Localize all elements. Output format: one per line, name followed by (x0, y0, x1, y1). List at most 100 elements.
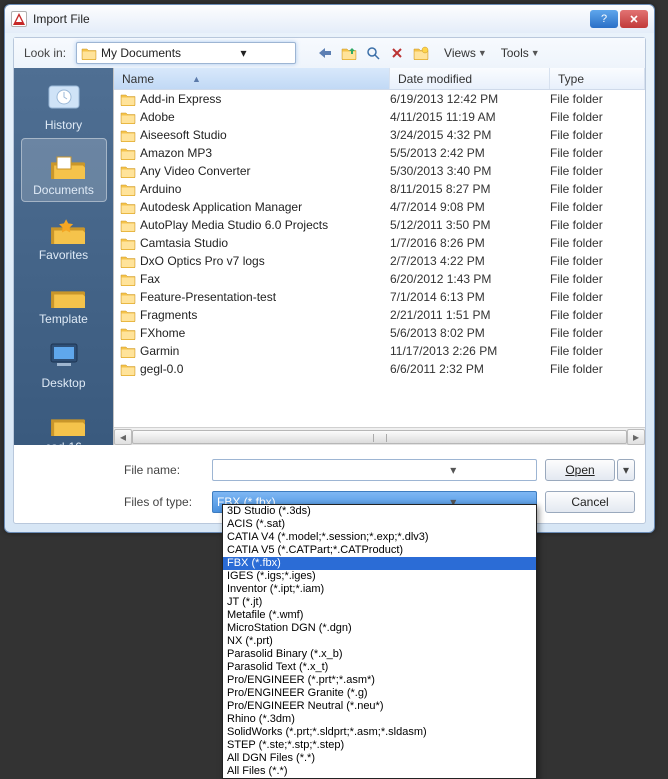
filetype-option[interactable]: Pro/ENGINEER Granite (*.g) (223, 687, 536, 700)
scroll-thumb[interactable] (132, 430, 627, 444)
file-date: 5/6/2013 8:02 PM (390, 326, 550, 340)
file-name: Aiseesoft Studio (140, 128, 390, 142)
column-header-name[interactable]: Name ▲ (114, 68, 390, 89)
chevron-down-icon[interactable]: ▾ (196, 46, 291, 60)
folder-icon (120, 308, 136, 322)
file-date: 5/12/2011 3:50 PM (390, 218, 550, 232)
filetype-option[interactable]: FBX (*.fbx) (223, 557, 536, 570)
filetype-option[interactable]: Rhino (*.3dm) (223, 713, 536, 726)
filetype-option[interactable]: CATIA V4 (*.model;*.session;*.exp;*.dlv3… (223, 531, 536, 544)
places-item-desktop[interactable]: Desktop (21, 332, 107, 394)
place-icon (43, 143, 85, 179)
place-label: Desktop (21, 376, 107, 390)
file-type: File folder (550, 110, 645, 124)
filetype-dropdown-list[interactable]: 3D Studio (*.3ds)ACIS (*.sat)CATIA V4 (*… (222, 504, 537, 779)
close-button[interactable] (620, 10, 648, 28)
file-row[interactable]: FXhome5/6/2013 8:02 PMFile folder (114, 324, 645, 342)
scroll-left-button[interactable]: ◂ (114, 429, 132, 445)
help-button[interactable]: ? (590, 10, 618, 28)
file-type: File folder (550, 362, 645, 376)
filename-label: File name: (124, 463, 204, 477)
filetype-option[interactable]: SolidWorks (*.prt;*.sldprt;*.asm;*.sldas… (223, 726, 536, 739)
filetype-option[interactable]: CATIA V5 (*.CATPart;*.CATProduct) (223, 544, 536, 557)
file-date: 5/30/2013 3:40 PM (390, 164, 550, 178)
file-row[interactable]: gegl-0.06/6/2011 2:32 PMFile folder (114, 360, 645, 378)
filename-input[interactable]: ▾ (212, 459, 537, 481)
file-name: AutoPlay Media Studio 6.0 Projects (140, 218, 390, 232)
open-button[interactable]: Open (545, 459, 615, 481)
filetype-option[interactable]: All Files (*.*) (223, 765, 536, 778)
file-row[interactable]: Autodesk Application Manager4/7/2014 9:0… (114, 198, 645, 216)
file-row[interactable]: Adobe4/11/2015 11:19 AMFile folder (114, 108, 645, 126)
horizontal-scrollbar[interactable]: ◂ ▸ (114, 427, 645, 445)
open-dropdown-button[interactable]: ▾ (617, 459, 635, 481)
file-row[interactable]: Any Video Converter5/30/2013 3:40 PMFile… (114, 162, 645, 180)
titlebar[interactable]: Import File ? (5, 5, 654, 33)
filetype-option[interactable]: Inventor (*.ipt;*.iam) (223, 583, 536, 596)
place-icon (43, 400, 85, 436)
file-list[interactable]: Add-in Express6/19/2013 12:42 PMFile fol… (114, 90, 645, 427)
filetype-option[interactable]: Parasolid Text (*.x_t) (223, 661, 536, 674)
file-type: File folder (550, 290, 645, 304)
file-row[interactable]: Add-in Express6/19/2013 12:42 PMFile fol… (114, 90, 645, 108)
column-headers: Name ▲ Date modified Type (114, 68, 645, 90)
places-item-history[interactable]: History (21, 74, 107, 136)
places-item-cad-16[interactable]: cad-16 (21, 396, 107, 445)
search-icon[interactable] (364, 44, 382, 62)
file-name: Feature-Presentation-test (140, 290, 390, 304)
file-row[interactable]: DxO Optics Pro v7 logs2/7/2013 4:22 PMFi… (114, 252, 645, 270)
chevron-down-icon[interactable]: ▾ (375, 463, 533, 477)
file-row[interactable]: Arduino8/11/2015 8:27 PMFile folder (114, 180, 645, 198)
filetype-option[interactable]: IGES (*.igs;*.iges) (223, 570, 536, 583)
filetype-option[interactable]: All DGN Files (*.*) (223, 752, 536, 765)
file-type: File folder (550, 182, 645, 196)
file-name: FXhome (140, 326, 390, 340)
file-name: Add-in Express (140, 92, 390, 106)
file-name: gegl-0.0 (140, 362, 390, 376)
file-row[interactable]: Fax6/20/2012 1:43 PMFile folder (114, 270, 645, 288)
filetype-option[interactable]: 3D Studio (*.3ds) (223, 505, 536, 518)
filetype-option[interactable]: ACIS (*.sat) (223, 518, 536, 531)
column-header-date[interactable]: Date modified (390, 68, 550, 89)
folder-icon (120, 362, 136, 376)
delete-icon[interactable] (388, 44, 406, 62)
sort-asc-icon: ▲ (192, 74, 201, 84)
filetype-option[interactable]: STEP (*.ste;*.stp;*.step) (223, 739, 536, 752)
file-row[interactable]: Fragments2/21/2011 1:51 PMFile folder (114, 306, 645, 324)
file-date: 6/20/2012 1:43 PM (390, 272, 550, 286)
places-item-favorites[interactable]: Favorites (21, 204, 107, 266)
file-row[interactable]: Aiseesoft Studio3/24/2015 4:32 PMFile fo… (114, 126, 645, 144)
file-row[interactable]: Feature-Presentation-test7/1/2014 6:13 P… (114, 288, 645, 306)
file-row[interactable]: Amazon MP35/5/2013 2:42 PMFile folder (114, 144, 645, 162)
scroll-right-button[interactable]: ▸ (627, 429, 645, 445)
filetype-option[interactable]: JT (*.jt) (223, 596, 536, 609)
file-row[interactable]: Garmin11/17/2013 2:26 PMFile folder (114, 342, 645, 360)
new-folder-icon[interactable] (412, 44, 430, 62)
tools-menu[interactable]: Tools▼ (501, 46, 540, 60)
filetype-option[interactable]: Metafile (*.wmf) (223, 609, 536, 622)
cancel-button[interactable]: Cancel (545, 491, 635, 513)
file-type: File folder (550, 254, 645, 268)
folder-icon (120, 326, 136, 340)
lookin-combo[interactable]: My Documents ▾ (76, 42, 296, 64)
views-menu[interactable]: Views▼ (444, 46, 487, 60)
folder-icon (120, 182, 136, 196)
file-date: 6/6/2011 2:32 PM (390, 362, 550, 376)
file-type: File folder (550, 200, 645, 214)
file-type: File folder (550, 344, 645, 358)
file-name: Autodesk Application Manager (140, 200, 390, 214)
up-folder-icon[interactable] (340, 44, 358, 62)
filetype-option[interactable]: MicroStation DGN (*.dgn) (223, 622, 536, 635)
filetype-option[interactable]: Pro/ENGINEER Neutral (*.neu*) (223, 700, 536, 713)
file-row[interactable]: Camtasia Studio1/7/2016 8:26 PMFile fold… (114, 234, 645, 252)
places-item-template[interactable]: Template (21, 268, 107, 330)
back-icon[interactable] (316, 44, 334, 62)
column-header-type[interactable]: Type (550, 68, 645, 89)
folder-icon (120, 272, 136, 286)
filetype-option[interactable]: Pro/ENGINEER (*.prt*;*.asm*) (223, 674, 536, 687)
filetype-option[interactable]: NX (*.prt) (223, 635, 536, 648)
file-name: Fax (140, 272, 390, 286)
file-row[interactable]: AutoPlay Media Studio 6.0 Projects5/12/2… (114, 216, 645, 234)
filetype-option[interactable]: Parasolid Binary (*.x_b) (223, 648, 536, 661)
places-item-documents[interactable]: Documents (21, 138, 107, 202)
